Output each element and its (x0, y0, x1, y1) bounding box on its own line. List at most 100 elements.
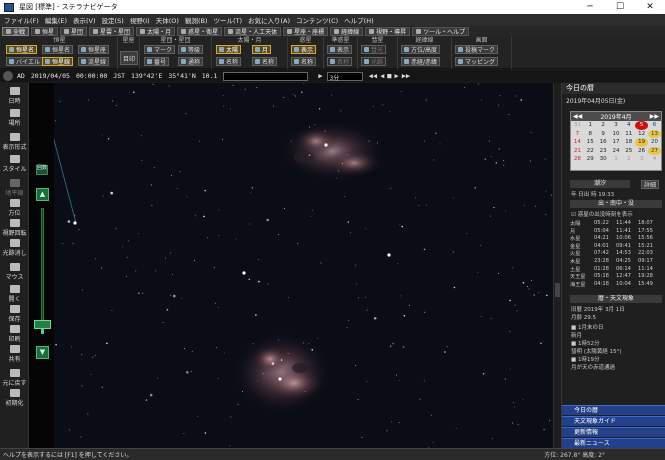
sidebar-style[interactable]: スタイル (0, 155, 29, 173)
calendar-day[interactable]: 4 (622, 121, 635, 130)
play-button[interactable]: ▶ (318, 72, 322, 80)
vertical-scrollbar[interactable] (553, 83, 561, 448)
mini-calendar[interactable]: ◀◀ 2019年4月 ▶▶ 31 1 2 3 4 5 6 7 8 9 10 11… (570, 111, 662, 171)
calendar-day[interactable]: 1 (610, 155, 623, 164)
rewind-fast-button[interactable]: ◀◀ (369, 72, 377, 80)
sidebar-rotation[interactable]: 視野回転 (0, 219, 29, 237)
calendar-day[interactable]: 2 (622, 155, 635, 164)
planet-name-button[interactable]: 名称 (291, 57, 317, 66)
calendar-day[interactable]: 26 (635, 147, 648, 156)
date-field[interactable]: 2019/04/05 (31, 72, 70, 80)
calendar-day[interactable]: 28 (571, 155, 584, 164)
sidebar-undo[interactable]: 元に戻す (0, 369, 29, 387)
zoom-track[interactable] (41, 208, 44, 334)
sun-button[interactable]: 太陽 (216, 45, 242, 54)
calendar-day[interactable]: 4 (648, 155, 661, 164)
moon-name-button[interactable]: 名称 (252, 57, 278, 66)
menu-observe[interactable]: 観測(B) (185, 15, 208, 25)
sidebar-direction[interactable]: 方位 (0, 199, 29, 217)
maximize-button[interactable]: ☐ (605, 0, 635, 14)
calendar-day[interactable]: 21 (571, 147, 584, 156)
dwarf-show-button[interactable]: 表示 (327, 45, 353, 54)
tab-planets[interactable]: 惑星・衛星 (177, 27, 223, 36)
tab-today-calendar[interactable]: 今日の暦 (562, 405, 665, 415)
common-name-button[interactable]: 通称 (178, 57, 204, 66)
calendar-day[interactable]: 9 (597, 130, 610, 139)
tab-gridlines[interactable]: 経緯線 (330, 27, 364, 36)
calendar-day[interactable]: 10 (610, 130, 623, 139)
show-rise-set-checkbox[interactable]: ☑ 惑星の出没時刻を表示 (571, 210, 633, 218)
minimize-button[interactable]: ─ (575, 0, 605, 14)
post-mark-button[interactable]: 投稿マーク (455, 45, 499, 54)
moon-button[interactable]: 月 (252, 45, 272, 54)
calendar-day[interactable]: 1 (584, 121, 597, 130)
dwarf-name-button[interactable]: 名称 (327, 57, 353, 66)
calendar-day[interactable]: 12 (635, 130, 648, 139)
object-search-combo[interactable] (223, 71, 309, 81)
sidebar-location[interactable]: 場所 (0, 109, 29, 127)
calendar-day[interactable]: 24 (610, 147, 623, 156)
meteor-line-button[interactable]: 流星線 (78, 57, 110, 66)
rewind-button[interactable]: ◀ (380, 72, 384, 80)
calendar-day[interactable]: 22 (584, 147, 597, 156)
sidebar-open[interactable]: 開く (0, 285, 29, 303)
calendar-day[interactable]: 3 (610, 121, 623, 130)
detail-button[interactable]: 詳細 (641, 180, 660, 189)
mark-button[interactable]: マーク (144, 45, 176, 54)
next-month-button[interactable]: ▶▶ (650, 113, 659, 120)
calendar-day[interactable]: 25 (622, 147, 635, 156)
prev-month-button[interactable]: ◀◀ (573, 113, 582, 120)
mapping-button[interactable]: マッピング (455, 57, 499, 66)
forward-fast-button[interactable]: ▶▶ (402, 72, 410, 80)
latitude-field[interactable]: 35°41'N (168, 72, 195, 80)
calendar-day[interactable]: 29 (584, 155, 597, 164)
star-chart-view[interactable] (54, 83, 553, 448)
longitude-field[interactable]: 139°42'E (131, 72, 162, 80)
magnitude-button[interactable]: 等級 (178, 45, 204, 54)
menu-field[interactable]: 視野(I) (130, 15, 150, 25)
menu-edit[interactable]: 編集(E) (45, 15, 67, 25)
zoom-slider-thumb[interactable] (34, 319, 51, 329)
sidebar-share[interactable]: 共有 (0, 345, 29, 363)
sidebar-datetime[interactable]: 日時 (0, 87, 29, 105)
timezone-field[interactable]: JST (113, 72, 125, 80)
tab-clusters[interactable]: 星団 (60, 27, 88, 36)
menu-contents[interactable]: コンテンツ(C) (296, 15, 338, 25)
landmark-button[interactable]: 目印 (120, 51, 139, 65)
scrollbar-thumb[interactable] (555, 283, 560, 297)
tab-updates[interactable]: 更新情報 (562, 427, 665, 437)
forward-button[interactable]: ▶ (395, 72, 399, 80)
sun-name-button[interactable]: 名称 (216, 57, 242, 66)
calendar-day[interactable]: 18 (622, 138, 635, 147)
tab-field[interactable]: 視野・導昇 (365, 27, 411, 36)
zoom-out-button[interactable]: ▼ (36, 346, 49, 359)
menu-favorites[interactable]: お気に入り(A) (248, 15, 290, 25)
star-line-button[interactable]: 恒星線 (42, 57, 74, 66)
tab-stars[interactable]: 恒星 (31, 27, 59, 36)
menu-settings[interactable]: 設定(S) (102, 15, 124, 25)
star-name2-button[interactable]: 恒星名 (42, 45, 74, 54)
calendar-day-moon[interactable]: 19 (635, 138, 649, 147)
calendar-day[interactable]: 14 (571, 138, 584, 147)
calendar-day[interactable]: 2 (597, 121, 610, 130)
tab-all[interactable]: 全戦 (2, 27, 30, 36)
tab-news[interactable]: 最新ニュース (562, 438, 665, 448)
ra-dec-button[interactable]: 赤経/赤緯 (401, 57, 441, 66)
calendar-day[interactable]: 15 (584, 138, 597, 147)
sidebar-print[interactable]: 印刷 (0, 325, 29, 343)
time-step-select[interactable]: 3分 (326, 71, 363, 82)
menu-file[interactable]: ファイル(F) (4, 15, 39, 25)
calendar-day-today[interactable]: 5 (635, 121, 649, 130)
close-button[interactable]: ✕ (635, 0, 665, 14)
calendar-day[interactable]: 8 (584, 130, 597, 139)
calendar-day[interactable]: 16 (597, 138, 610, 147)
menu-view[interactable]: 表示(V) (73, 15, 96, 25)
star-name-button[interactable]: 恒星名 (6, 45, 38, 54)
sidebar-trail-clear[interactable]: 光跡消し (0, 239, 29, 257)
alt-az-button[interactable]: 方位/高度 (401, 45, 441, 54)
calendar-day-moon[interactable]: 13 (648, 129, 661, 138)
sidebar-horizon[interactable]: 地平線 (0, 179, 29, 197)
menu-tools[interactable]: ツール(T) (213, 15, 242, 25)
comet-button[interactable]: 彗光 (361, 45, 387, 54)
calendar-day[interactable]: 17 (610, 138, 623, 147)
